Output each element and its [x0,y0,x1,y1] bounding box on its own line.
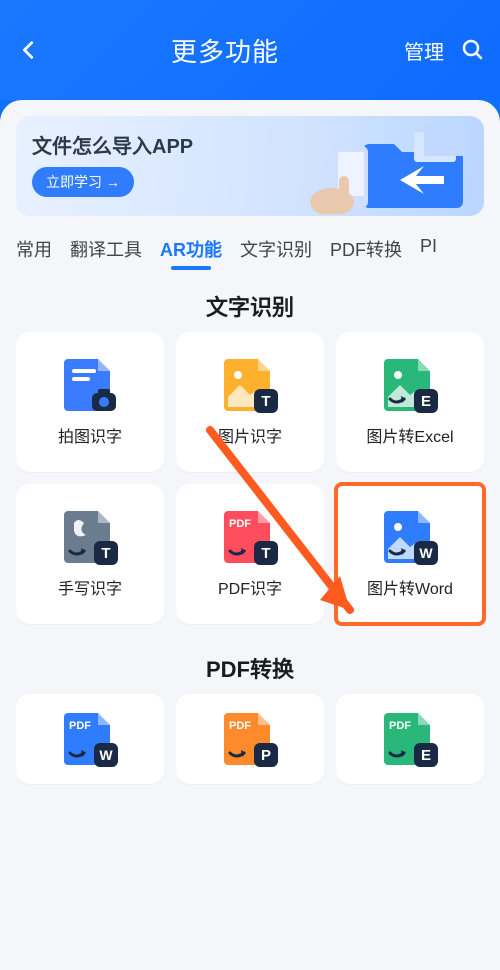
svg-text:PDF: PDF [389,720,411,732]
back-button[interactable] [12,33,46,67]
tab-common[interactable]: 常用 [14,230,54,272]
tile-pdf-to-excel[interactable]: PDF E PDF转Excel [336,694,484,784]
content-sheet: 文件怎么导入APP 立即学习 → 常用 翻译工具 AR功能 文字识别 PDF转换… [0,100,500,970]
tile-image-to-excel[interactable]: E 图片转Excel [336,332,484,472]
tile-label: 拍图识字 [58,423,122,447]
section-pdf-convert: PDF转换 PDF W PDF转Word PDF [0,652,500,784]
search-icon [461,38,485,62]
tile-handwriting-ocr[interactable]: T 手写识字 [16,484,164,624]
svg-text:T: T [101,545,110,562]
image-excel-icon: E [382,357,438,413]
tile-pdf-to-ppt[interactable]: PDF P PDF转PPT [176,694,324,784]
topbar: 更多功能 管理 [0,0,500,100]
tab-pdf[interactable]: PDF转换 [328,230,404,272]
svg-text:T: T [261,545,270,562]
tile-label: 图片转Word [367,575,453,599]
pdf-excel-icon: PDF E [382,711,438,767]
svg-text:E: E [421,393,431,410]
svg-text:PDF: PDF [229,720,251,732]
tab-ocr[interactable]: 文字识别 [238,230,314,272]
pdf-word-icon: PDF W [62,711,118,767]
image-word-icon: W [382,509,438,565]
svg-text:T: T [261,393,270,410]
tab-ar[interactable]: AR功能 [158,230,224,272]
svg-text:PDF: PDF [69,720,91,732]
manage-button[interactable]: 管理 [404,36,444,65]
svg-text:W: W [419,545,433,561]
image-t-icon: T [222,357,278,413]
tile-pdf-ocr[interactable]: PDF T PDF识字 [176,484,324,624]
pdf-ppt-icon: PDF P [222,711,278,767]
banner-art-icon [304,124,474,214]
svg-text:PDF: PDF [229,518,251,530]
tile-pdf-to-word[interactable]: PDF W PDF转Word [16,694,164,784]
tile-image-ocr[interactable]: T 图片识字 [176,332,324,472]
pdf-t-icon: PDF T [222,509,278,565]
import-banner[interactable]: 文件怎么导入APP 立即学习 → [16,116,484,216]
tab-translate[interactable]: 翻译工具 [68,230,144,272]
tile-image-to-word[interactable]: W 图片转Word [336,484,484,624]
category-tabs: 常用 翻译工具 AR功能 文字识别 PDF转换 PI [0,224,500,272]
search-button[interactable] [458,35,488,65]
tile-label: 手写识字 [58,575,122,599]
tile-label: 图片转Excel [366,423,453,447]
svg-text:P: P [261,747,271,764]
section-title-ocr: 文字识别 [0,290,500,322]
document-camera-icon [62,357,118,413]
tile-label: PDF识字 [218,575,282,599]
svg-text:W: W [99,747,113,763]
tile-label: 图片识字 [218,423,282,447]
tile-photo-ocr[interactable]: 拍图识字 [16,332,164,472]
section-ocr: 文字识别 拍图识字 [0,290,500,624]
handwriting-t-icon: T [62,509,118,565]
section-title-pdf: PDF转换 [0,652,500,684]
svg-text:E: E [421,747,431,764]
tab-more[interactable]: PI [418,230,439,272]
chevron-left-icon [18,39,40,61]
learn-button-label: 立即学习 → [46,172,120,192]
page-title: 更多功能 [46,32,404,69]
learn-now-button[interactable]: 立即学习 → [32,167,134,197]
